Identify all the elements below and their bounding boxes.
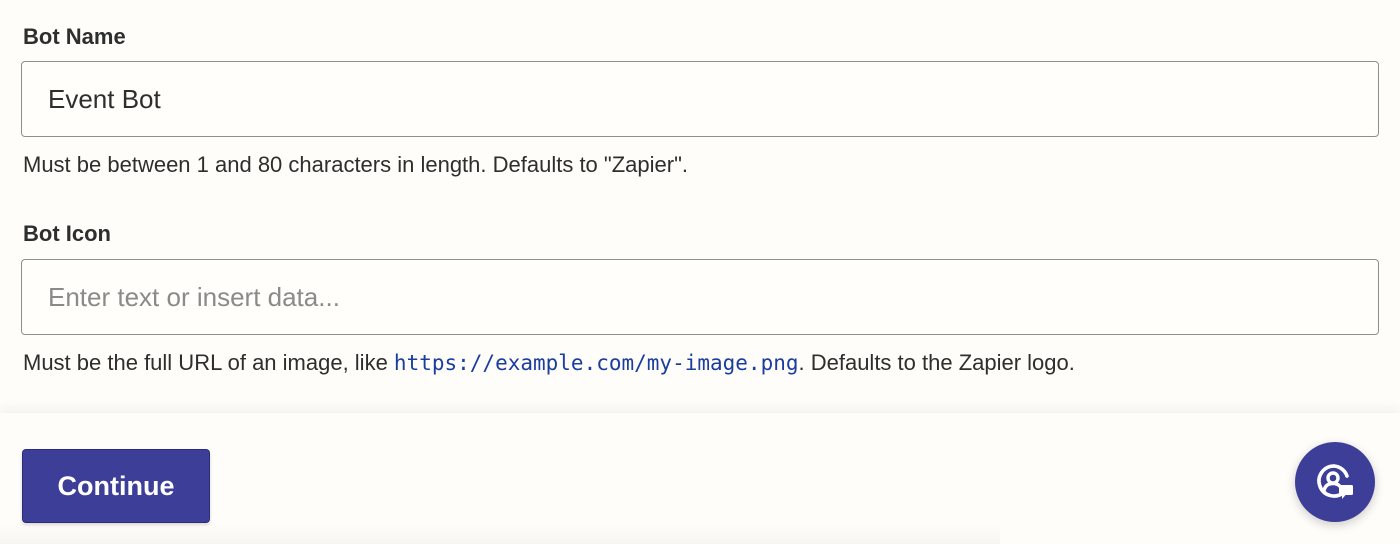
bot-name-input[interactable] [21, 61, 1379, 137]
page: Bot Name Must be between 1 and 80 charac… [0, 0, 1400, 544]
bot-icon-help-text: Must be the full URL of an image, like h… [23, 350, 1075, 376]
bot-icon-help-suffix: . Defaults to the Zapier logo. [798, 350, 1075, 375]
bot-icon-label: Bot Icon [23, 221, 111, 246]
bot-icon-input[interactable] [21, 259, 1379, 335]
bot-name-label: Bot Name [23, 24, 126, 49]
support-chat-button[interactable] [1295, 442, 1375, 522]
bot-icon-help-prefix: Must be the full URL of an image, like [23, 350, 394, 375]
bot-name-help-text: Must be between 1 and 80 characters in l… [23, 152, 688, 177]
footer-shadow [0, 523, 1000, 544]
form-footer: Continue [0, 413, 1400, 544]
continue-button[interactable]: Continue [22, 449, 210, 523]
support-chat-icon [1317, 464, 1353, 499]
example-url-code: https://example.com/my-image.png [393, 351, 799, 375]
